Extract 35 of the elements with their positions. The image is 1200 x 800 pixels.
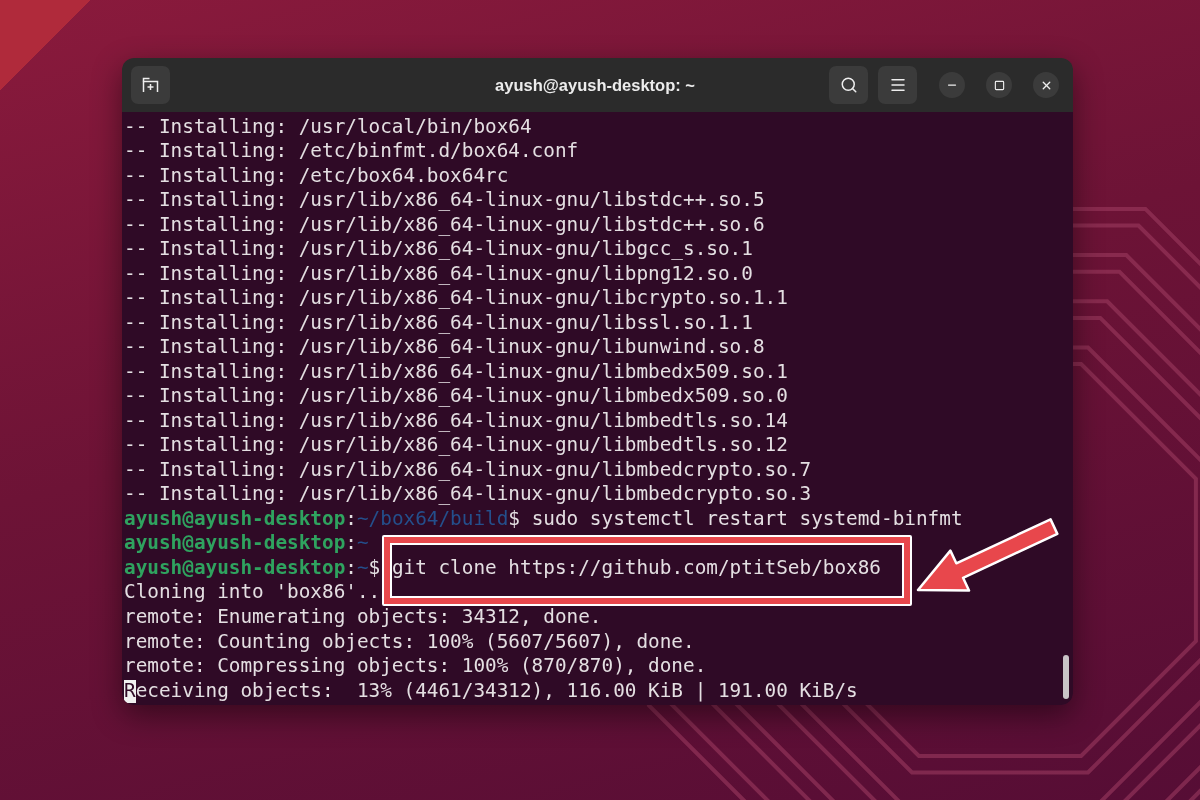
maximize-button[interactable] xyxy=(986,72,1012,98)
window-title: ayush@ayush-desktop: ~ xyxy=(495,75,695,95)
prompt-line: ayush@ayush-desktop:~/box64/build$ sudo systemctl restart systemd-binfmt xyxy=(124,506,963,532)
output-line: remote: Enumerating objects: 34312, done. xyxy=(124,605,602,630)
output-line: -- Installing: /usr/lib/x86_64-linux-gnu/libstdc++.so.6 xyxy=(124,212,765,238)
output-line: -- Installing: /usr/lib/x86_64-linux-gnu/libstdc++.so.5 xyxy=(124,188,765,213)
output-line: Cloning into 'box86'.. xyxy=(124,580,381,605)
output-line: -- Installing: /etc/box64.box64rc xyxy=(124,163,509,189)
output-line: -- Installing: /usr/lib/x86_64-linux-gnu/libcrypto.so.1.1 xyxy=(124,286,788,311)
output-line: -- Installing: /etc/binfmt.d/box64.conf xyxy=(124,139,579,164)
search-button[interactable] xyxy=(829,66,868,104)
output-line: -- Installing: /usr/lib/x86_64-linux-gnu/libmbedcrypto.so.7 xyxy=(124,457,812,483)
output-line: -- Installing: /usr/lib/x86_64-linux-gnu/libunwind.so.8 xyxy=(124,335,765,360)
output-line: -- Installing: /usr/local/bin/box64 xyxy=(124,114,532,140)
menu-icon xyxy=(888,76,907,94)
output-line: -- Installing: /usr/lib/x86_64-linux-gnu/libgcc_s.so.1 xyxy=(124,237,753,262)
scrollbar-thumb[interactable] xyxy=(1063,655,1069,699)
search-icon xyxy=(839,76,858,94)
prompt-line: ayush@ayush-desktop:~$ git clone https://github.com/ptitSeb/box86 xyxy=(124,555,881,581)
output-line: -- Installing: /usr/lib/x86_64-linux-gnu/libmbedx509.so.1 xyxy=(124,359,788,385)
maximize-icon xyxy=(993,79,1005,91)
output-line: -- Installing: /usr/lib/x86_64-linux-gnu/libmbedx509.so.0 xyxy=(124,384,788,409)
output-line: -- Installing: /usr/lib/x86_64-linux-gnu/libmbedtls.so.14 xyxy=(124,408,788,434)
output-line: -- Installing: /usr/lib/x86_64-linux-gnu/libssl.so.1.1 xyxy=(124,310,753,336)
output-line: -- Installing: /usr/lib/x86_64-linux-gnu/libmbedtls.so.12 xyxy=(124,433,788,458)
output-line: -- Installing: /usr/lib/x86_64-linux-gnu/libpng12.so.0 xyxy=(124,261,753,287)
minimize-button[interactable] xyxy=(939,72,965,98)
close-button[interactable] xyxy=(1033,72,1059,98)
output-line: remote: Counting objects: 100% (5607/5607), done. xyxy=(124,629,695,655)
output-line: remote: Compressing objects: 100% (870/870), done. xyxy=(124,654,707,679)
prompt-line: ayush@ayush-desktop:~ xyxy=(124,531,369,556)
new-tab-icon xyxy=(142,77,159,93)
new-tab-button[interactable] xyxy=(131,66,170,104)
output-line: -- Installing: /usr/lib/x86_64-linux-gnu/libmbedcrypto.so.3 xyxy=(124,482,812,507)
menu-button[interactable] xyxy=(878,66,917,104)
